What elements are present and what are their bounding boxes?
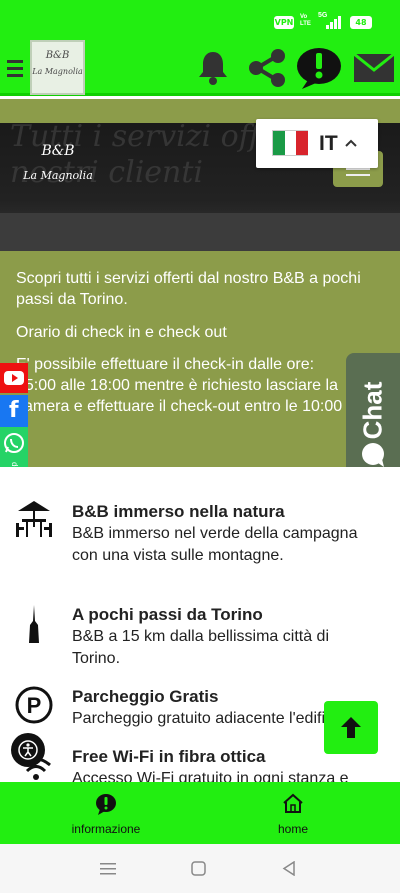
italy-flag-icon	[272, 130, 308, 156]
facebook-icon: f	[9, 398, 19, 423]
status-bar: VPN Vo LTE 5G 48	[0, 0, 400, 44]
system-navigation-bar	[0, 844, 400, 893]
mole-antonelliana-icon	[29, 605, 39, 643]
signal-icon	[326, 16, 341, 29]
nav-item-home[interactable]: home	[233, 782, 353, 844]
scroll-to-top-button[interactable]	[324, 701, 378, 754]
mail-icon[interactable]	[354, 54, 394, 82]
chat-bubble-icon	[362, 443, 384, 467]
feature-description: B&B a 15 km dalla bellissima città di To…	[72, 628, 329, 667]
arrow-up-icon	[341, 717, 361, 738]
hero-logo-line-2: La Magnolia	[23, 169, 93, 182]
intro-description: Scopri tutti i servizi offerti dal nostr…	[16, 270, 361, 308]
battery-indicator: 48	[350, 16, 372, 29]
recent-apps-icon[interactable]	[100, 862, 116, 876]
nav-label: home	[277, 822, 309, 836]
youtube-icon	[4, 371, 24, 385]
hamburger-menu-icon[interactable]	[7, 58, 23, 80]
hero-logo-line-1: B&B	[41, 143, 75, 159]
facebook-button[interactable]: f	[0, 395, 28, 427]
app-bar: B&B La Magnolia	[0, 40, 400, 96]
svg-text:P: P	[27, 693, 42, 718]
home-square-icon[interactable]	[191, 861, 206, 876]
bottom-nav: informazione home	[0, 782, 400, 844]
site-logo[interactable]: B&B La Magnolia	[30, 40, 85, 95]
info-bubble-icon	[96, 794, 116, 815]
vpn-badge: VPN	[274, 16, 294, 29]
logo-line-2: La Magnolia	[32, 67, 83, 76]
nav-label: informazione	[71, 822, 141, 836]
feature-description: Parcheggio gratuito adiacente l'edificio…	[72, 710, 332, 727]
youtube-button[interactable]	[0, 363, 28, 393]
chat-label: Chat	[357, 381, 388, 440]
checkin-heading: Orario di check in e check out	[16, 324, 227, 341]
checkin-details: E' possibile effettuare il check-in dall…	[16, 356, 343, 415]
intro-section: Scopri tutti i servizi offerti dal nostr…	[0, 251, 400, 467]
language-selector[interactable]: IT	[256, 119, 378, 168]
feature-title: Parcheggio Gratis	[72, 687, 219, 706]
accessibility-icon	[18, 740, 38, 760]
alert-bubble-icon[interactable]	[296, 46, 342, 90]
feature-description: Accesso Wi-Fi gratuito in ogni stanza e	[72, 770, 349, 782]
chevron-up-icon	[345, 139, 357, 147]
parking-icon: P	[15, 686, 53, 724]
accessibility-button[interactable]	[11, 733, 45, 767]
feature-description: B&B immerso nel verde della campagna con…	[72, 525, 358, 564]
hero-logo[interactable]: B&B La Magnolia	[18, 143, 98, 182]
language-code: IT	[319, 132, 338, 155]
home-icon	[283, 793, 303, 813]
bell-icon[interactable]	[197, 50, 229, 86]
share-icon[interactable]	[247, 48, 287, 88]
feature-title: A pochi passi da Torino	[72, 605, 263, 624]
terrace-table-icon	[16, 501, 52, 537]
hero-lower-band	[0, 213, 400, 251]
back-triangle-icon[interactable]	[282, 861, 296, 876]
feature-title: Free Wi-Fi in fibra ottica	[72, 747, 266, 766]
nav-item-informazione[interactable]: informazione	[46, 782, 166, 844]
volte-indicator: Vo LTE	[300, 14, 311, 27]
logo-line-1: B&B	[45, 50, 70, 61]
chat-tab[interactable]: Chat	[346, 353, 400, 475]
feature-title: B&B immerso nella natura	[72, 502, 285, 521]
